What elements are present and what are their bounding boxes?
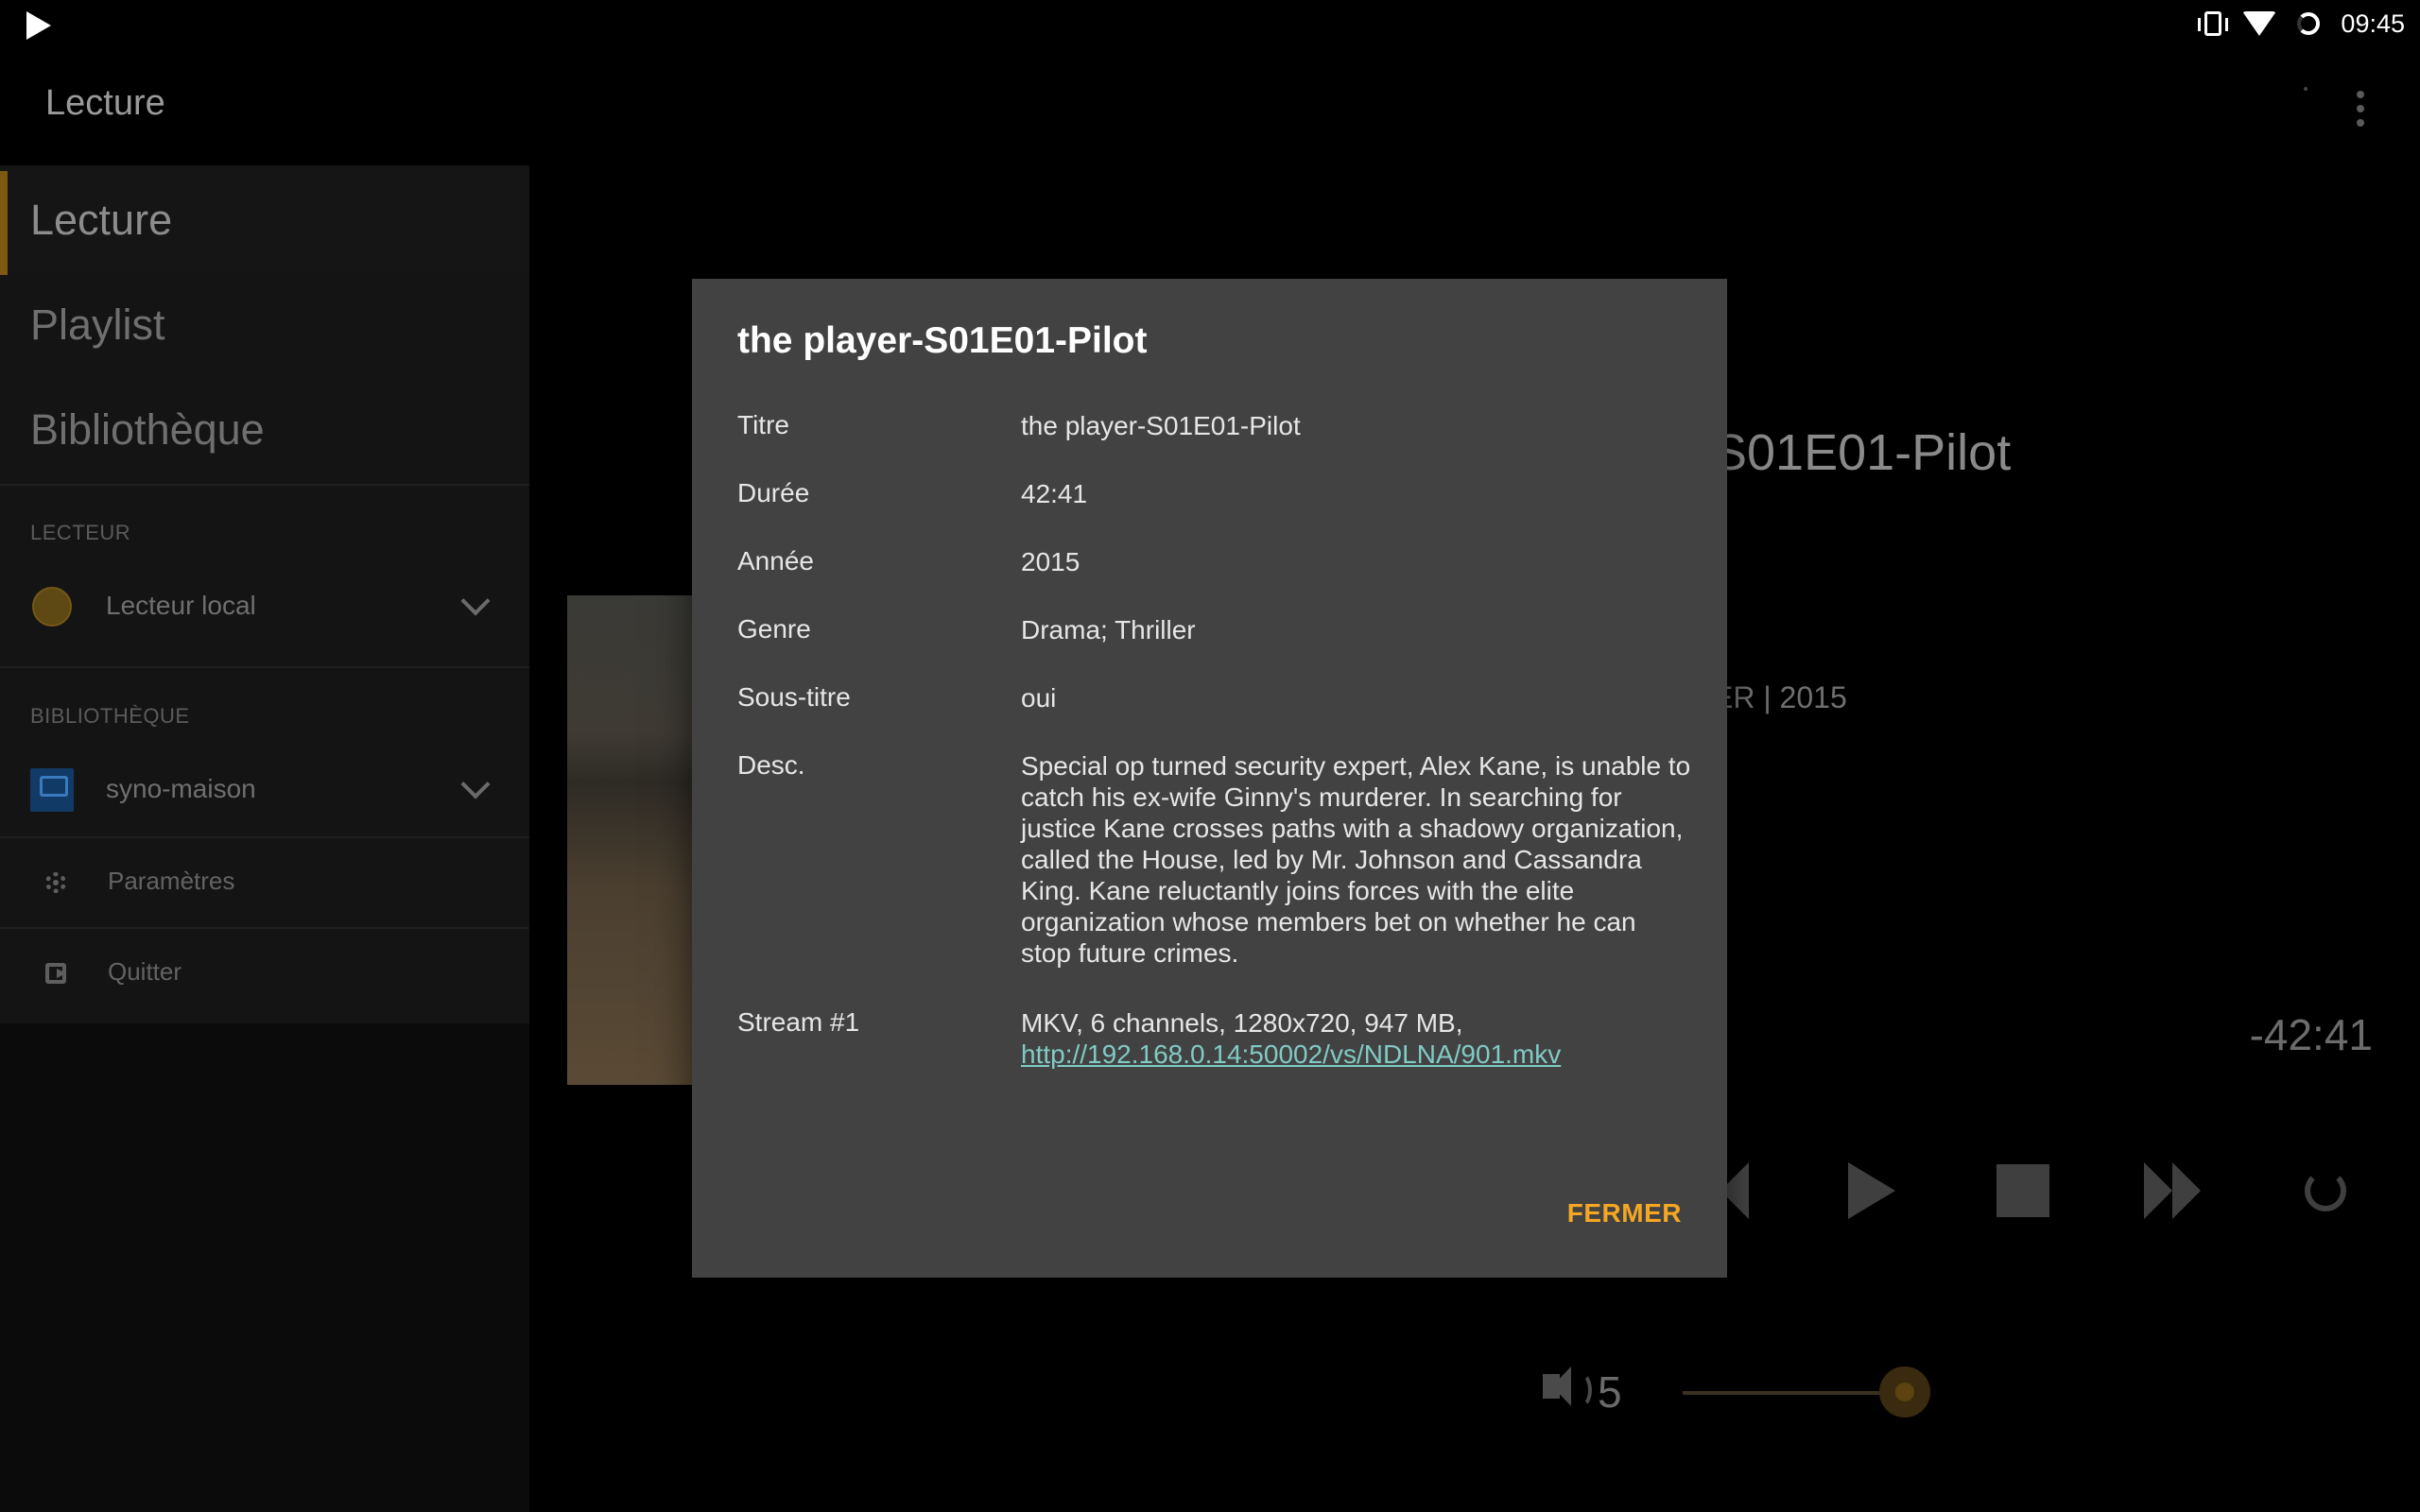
quit-item[interactable]: Quitter — [0, 929, 529, 1018]
chevron-down-icon[interactable] — [460, 769, 491, 799]
info-value-stream: MKV, 6 channels, 1280x720, 947 MB, http:… — [1021, 1007, 1692, 1070]
media-info-dialog: the player-S01E01-Pilot Titre the player… — [692, 279, 1727, 1278]
gear-icon — [45, 872, 66, 893]
exit-icon — [45, 963, 66, 984]
volume-waves-icon — [1569, 1372, 1592, 1408]
player-meta: ER | 2015 — [1713, 680, 1847, 714]
divider — [0, 666, 529, 668]
info-value: Drama; Thriller — [1021, 615, 1196, 644]
nav-item-label: Playlist — [30, 301, 165, 349]
info-key: Sous-titre — [737, 682, 851, 712]
loading-icon — [2297, 12, 2321, 35]
app-bar-dot — [2304, 87, 2308, 91]
status-bar: 09:45 — [0, 0, 2420, 47]
library-selector-label: syno-maison — [106, 774, 256, 803]
volume-slider[interactable] — [1683, 1391, 1905, 1395]
divider — [0, 484, 529, 486]
section-header-bibliotheque: BIBLIOTHÈQUE — [30, 704, 190, 728]
app-bar-title: Lecture — [45, 83, 165, 123]
nav-item-playlist[interactable]: Playlist — [0, 272, 529, 376]
info-value: the player-S01E01-Pilot — [1021, 411, 1301, 440]
player-avatar-icon — [32, 587, 72, 627]
wifi-icon — [2242, 11, 2277, 36]
settings-item[interactable]: Paramètres — [0, 838, 529, 927]
vibrate-icon — [2198, 11, 2229, 36]
info-key: Durée — [737, 478, 810, 507]
info-key: Titre — [737, 410, 789, 439]
status-icons: 09:45 — [2198, 8, 2405, 40]
navigation-drawer: Lecture Playlist Bibliothèque LECTEUR Le… — [0, 165, 529, 1512]
dialog-title: the player-S01E01-Pilot — [737, 320, 1148, 361]
more-vert-icon[interactable] — [2356, 91, 2365, 130]
settings-label: Paramètres — [108, 867, 235, 895]
play-button[interactable] — [1848, 1162, 1895, 1219]
repeat-icon[interactable] — [2305, 1170, 2346, 1211]
stream-link[interactable]: http://192.168.0.14:50002/vs/NDLNA/901.m… — [1021, 1040, 1561, 1069]
nav-item-bibliotheque[interactable]: Bibliothèque — [0, 377, 529, 481]
info-key: Stream #1 — [737, 1007, 860, 1037]
library-selector[interactable]: syno-maison — [0, 753, 529, 829]
stop-button[interactable] — [1996, 1164, 2049, 1217]
volume-value: 5 — [1598, 1367, 1622, 1417]
info-value: oui — [1021, 683, 1057, 713]
clock: 09:45 — [2341, 9, 2405, 38]
nav-item-label: Lecture — [30, 196, 173, 244]
fast-forward-icon-part[interactable] — [2172, 1162, 2201, 1219]
nas-icon — [30, 768, 74, 812]
quit-label: Quitter — [108, 957, 182, 986]
info-key: Genre — [737, 614, 811, 644]
info-value-description: Special op turned security expert, Alex … — [1021, 751, 1691, 968]
close-button[interactable]: FERMER — [1567, 1198, 1682, 1228]
nav-item-label: Bibliothèque — [30, 405, 265, 454]
section-header-lecteur: LECTEUR — [30, 521, 131, 544]
info-key: Année — [737, 546, 814, 576]
volume-icon[interactable] — [1543, 1366, 1571, 1406]
info-value: 2015 — [1021, 547, 1080, 576]
stream-info: MKV, 6 channels, 1280x720, 947 MB, — [1021, 1008, 1463, 1038]
player-selector[interactable]: Lecteur local — [0, 570, 529, 645]
fast-forward-icon[interactable] — [2144, 1162, 2172, 1219]
volume-slider-thumb[interactable] — [1879, 1366, 1930, 1418]
player-selector-label: Lecteur local — [106, 591, 256, 620]
nav-item-lecture[interactable]: Lecture — [0, 167, 529, 275]
remaining-time: -42:41 — [2249, 1010, 2373, 1059]
player-title: S01E01-Pilot — [1713, 424, 2012, 481]
info-key: Desc. — [737, 750, 805, 780]
info-value: 42:41 — [1021, 479, 1088, 508]
chevron-down-icon[interactable] — [460, 586, 491, 616]
play-icon — [26, 11, 51, 40]
